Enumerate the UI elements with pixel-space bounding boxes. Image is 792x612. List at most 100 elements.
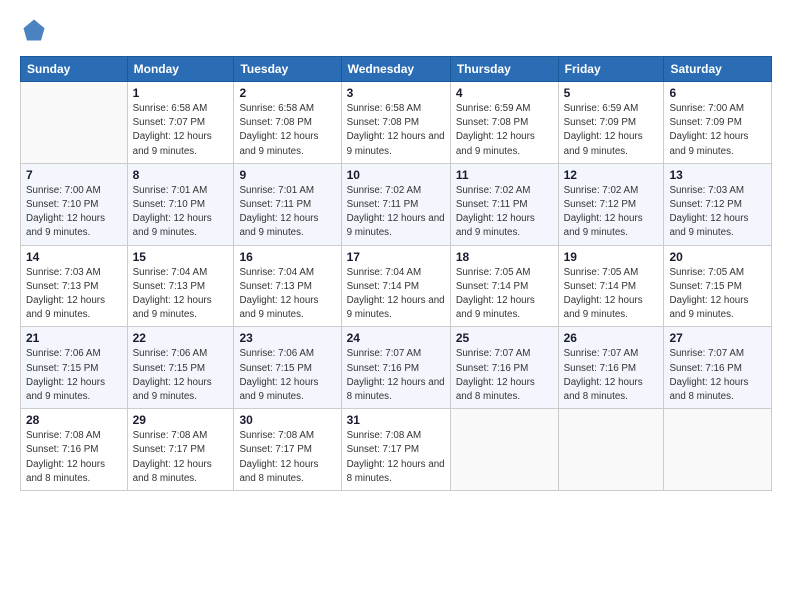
day-of-week-header: Thursday bbox=[450, 57, 558, 82]
calendar-week-row: 7 Sunrise: 7:00 AMSunset: 7:10 PMDaylight… bbox=[21, 163, 772, 245]
day-detail: Sunrise: 7:01 AMSunset: 7:11 PMDaylight:… bbox=[239, 184, 335, 241]
day-of-week-header: Saturday bbox=[664, 57, 772, 82]
day-detail: Sunrise: 7:04 AMSunset: 7:13 PMDaylight:… bbox=[133, 266, 229, 323]
day-detail: Sunrise: 7:05 AMSunset: 7:15 PMDaylight:… bbox=[669, 266, 766, 323]
day-detail: Sunrise: 7:04 AMSunset: 7:14 PMDaylight:… bbox=[347, 266, 445, 323]
calendar-cell: 28Sunrise: 7:08 AMSunset: 7:16 PMDayligh… bbox=[21, 409, 128, 491]
day-number: 28 bbox=[26, 413, 122, 427]
day-number: 10 bbox=[347, 168, 445, 182]
calendar-cell: 23Sunrise: 7:06 AMSunset: 7:15 PMDayligh… bbox=[234, 327, 341, 409]
day-detail: Sunrise: 7:00 AMSunset: 7:09 PMDaylight:… bbox=[669, 102, 766, 159]
calendar-cell: 10 Sunrise: 7:02 AMSunset: 7:11 PMDayligh… bbox=[341, 163, 450, 245]
calendar-week-row: 14 Sunrise: 7:03 AMSunset: 7:13 PMDayligh… bbox=[21, 245, 772, 327]
day-detail: Sunrise: 7:08 AMSunset: 7:17 PMDaylight:… bbox=[347, 429, 445, 486]
day-detail: Sunrise: 7:02 AMSunset: 7:12 PMDaylight:… bbox=[564, 184, 659, 241]
day-of-week-header: Monday bbox=[127, 57, 234, 82]
day-detail: Sunrise: 6:59 AMSunset: 7:08 PMDaylight:… bbox=[456, 102, 553, 159]
day-detail: Sunrise: 7:08 AMSunset: 7:17 PMDaylight:… bbox=[133, 429, 229, 486]
calendar-cell: 3 Sunrise: 6:58 AMSunset: 7:08 PMDaylight… bbox=[341, 82, 450, 164]
calendar-cell: 25 Sunrise: 7:07 AMSunset: 7:16 PMDayligh… bbox=[450, 327, 558, 409]
day-detail: Sunrise: 7:06 AMSunset: 7:15 PMDaylight:… bbox=[239, 347, 335, 404]
calendar-cell bbox=[664, 409, 772, 491]
day-number: 12 bbox=[564, 168, 659, 182]
day-number: 3 bbox=[347, 86, 445, 100]
day-number: 4 bbox=[456, 86, 553, 100]
calendar-cell: 4 Sunrise: 6:59 AMSunset: 7:08 PMDaylight… bbox=[450, 82, 558, 164]
day-number: 25 bbox=[456, 331, 553, 345]
day-number: 27 bbox=[669, 331, 766, 345]
logo bbox=[20, 16, 52, 44]
calendar-cell: 19Sunrise: 7:05 AMSunset: 7:14 PMDayligh… bbox=[558, 245, 664, 327]
calendar-cell: 26Sunrise: 7:07 AMSunset: 7:16 PMDayligh… bbox=[558, 327, 664, 409]
calendar-cell: 11 Sunrise: 7:02 AMSunset: 7:11 PMDayligh… bbox=[450, 163, 558, 245]
day-detail: Sunrise: 7:07 AMSunset: 7:16 PMDaylight:… bbox=[347, 347, 445, 404]
calendar-cell: 7 Sunrise: 7:00 AMSunset: 7:10 PMDaylight… bbox=[21, 163, 128, 245]
day-detail: Sunrise: 7:06 AMSunset: 7:15 PMDaylight:… bbox=[133, 347, 229, 404]
day-number: 30 bbox=[239, 413, 335, 427]
day-of-week-header: Tuesday bbox=[234, 57, 341, 82]
day-number: 18 bbox=[456, 250, 553, 264]
day-number: 7 bbox=[26, 168, 122, 182]
day-number: 11 bbox=[456, 168, 553, 182]
day-detail: Sunrise: 7:05 AMSunset: 7:14 PMDaylight:… bbox=[456, 266, 553, 323]
calendar-cell: 15 Sunrise: 7:04 AMSunset: 7:13 PMDayligh… bbox=[127, 245, 234, 327]
calendar-cell: 6 Sunrise: 7:00 AMSunset: 7:09 PMDaylight… bbox=[664, 82, 772, 164]
day-detail: Sunrise: 7:07 AMSunset: 7:16 PMDaylight:… bbox=[564, 347, 659, 404]
day-number: 20 bbox=[669, 250, 766, 264]
day-number: 21 bbox=[26, 331, 122, 345]
day-detail: Sunrise: 7:00 AMSunset: 7:10 PMDaylight:… bbox=[26, 184, 122, 241]
day-number: 24 bbox=[347, 331, 445, 345]
day-number: 13 bbox=[669, 168, 766, 182]
calendar-cell: 8 Sunrise: 7:01 AMSunset: 7:10 PMDaylight… bbox=[127, 163, 234, 245]
calendar-cell: 24 Sunrise: 7:07 AMSunset: 7:16 PMDayligh… bbox=[341, 327, 450, 409]
calendar-cell: 29 Sunrise: 7:08 AMSunset: 7:17 PMDayligh… bbox=[127, 409, 234, 491]
day-detail: Sunrise: 7:01 AMSunset: 7:10 PMDaylight:… bbox=[133, 184, 229, 241]
calendar-cell bbox=[450, 409, 558, 491]
day-number: 15 bbox=[133, 250, 229, 264]
day-detail: Sunrise: 7:07 AMSunset: 7:16 PMDaylight:… bbox=[669, 347, 766, 404]
logo-icon bbox=[20, 16, 48, 44]
calendar-cell: 16 Sunrise: 7:04 AMSunset: 7:13 PMDayligh… bbox=[234, 245, 341, 327]
calendar-cell: 21 Sunrise: 7:06 AMSunset: 7:15 PMDayligh… bbox=[21, 327, 128, 409]
calendar-table: SundayMondayTuesdayWednesdayThursdayFrid… bbox=[20, 56, 772, 491]
calendar-cell: 1Sunrise: 6:58 AMSunset: 7:07 PMDaylight… bbox=[127, 82, 234, 164]
day-detail: Sunrise: 7:04 AMSunset: 7:13 PMDaylight:… bbox=[239, 266, 335, 323]
calendar-header-row: SundayMondayTuesdayWednesdayThursdayFrid… bbox=[21, 57, 772, 82]
day-number: 5 bbox=[564, 86, 659, 100]
day-detail: Sunrise: 7:03 AMSunset: 7:13 PMDaylight:… bbox=[26, 266, 122, 323]
day-of-week-header: Wednesday bbox=[341, 57, 450, 82]
day-number: 29 bbox=[133, 413, 229, 427]
calendar-cell: 5 Sunrise: 6:59 AMSunset: 7:09 PMDaylight… bbox=[558, 82, 664, 164]
day-of-week-header: Sunday bbox=[21, 57, 128, 82]
day-number: 6 bbox=[669, 86, 766, 100]
calendar-cell: 20 Sunrise: 7:05 AMSunset: 7:15 PMDayligh… bbox=[664, 245, 772, 327]
day-detail: Sunrise: 7:07 AMSunset: 7:16 PMDaylight:… bbox=[456, 347, 553, 404]
day-number: 16 bbox=[239, 250, 335, 264]
day-number: 9 bbox=[239, 168, 335, 182]
calendar-week-row: 21 Sunrise: 7:06 AMSunset: 7:15 PMDayligh… bbox=[21, 327, 772, 409]
day-detail: Sunrise: 7:06 AMSunset: 7:15 PMDaylight:… bbox=[26, 347, 122, 404]
calendar-cell: 22 Sunrise: 7:06 AMSunset: 7:15 PMDayligh… bbox=[127, 327, 234, 409]
day-number: 14 bbox=[26, 250, 122, 264]
calendar-cell: 27 Sunrise: 7:07 AMSunset: 7:16 PMDayligh… bbox=[664, 327, 772, 409]
day-detail: Sunrise: 7:02 AMSunset: 7:11 PMDaylight:… bbox=[456, 184, 553, 241]
calendar-cell: 13Sunrise: 7:03 AMSunset: 7:12 PMDayligh… bbox=[664, 163, 772, 245]
calendar-cell: 12 Sunrise: 7:02 AMSunset: 7:12 PMDayligh… bbox=[558, 163, 664, 245]
calendar-cell: 18 Sunrise: 7:05 AMSunset: 7:14 PMDayligh… bbox=[450, 245, 558, 327]
calendar-cell: 30Sunrise: 7:08 AMSunset: 7:17 PMDayligh… bbox=[234, 409, 341, 491]
day-number: 17 bbox=[347, 250, 445, 264]
day-number: 22 bbox=[133, 331, 229, 345]
day-number: 2 bbox=[239, 86, 335, 100]
day-number: 19 bbox=[564, 250, 659, 264]
day-detail: Sunrise: 6:59 AMSunset: 7:09 PMDaylight:… bbox=[564, 102, 659, 159]
calendar-week-row: 1Sunrise: 6:58 AMSunset: 7:07 PMDaylight… bbox=[21, 82, 772, 164]
calendar-week-row: 28Sunrise: 7:08 AMSunset: 7:16 PMDayligh… bbox=[21, 409, 772, 491]
day-detail: Sunrise: 7:02 AMSunset: 7:11 PMDaylight:… bbox=[347, 184, 445, 241]
day-number: 8 bbox=[133, 168, 229, 182]
day-number: 31 bbox=[347, 413, 445, 427]
day-of-week-header: Friday bbox=[558, 57, 664, 82]
day-detail: Sunrise: 6:58 AMSunset: 7:08 PMDaylight:… bbox=[347, 102, 445, 159]
calendar-cell: 14 Sunrise: 7:03 AMSunset: 7:13 PMDayligh… bbox=[21, 245, 128, 327]
header bbox=[20, 16, 772, 44]
calendar-cell bbox=[21, 82, 128, 164]
